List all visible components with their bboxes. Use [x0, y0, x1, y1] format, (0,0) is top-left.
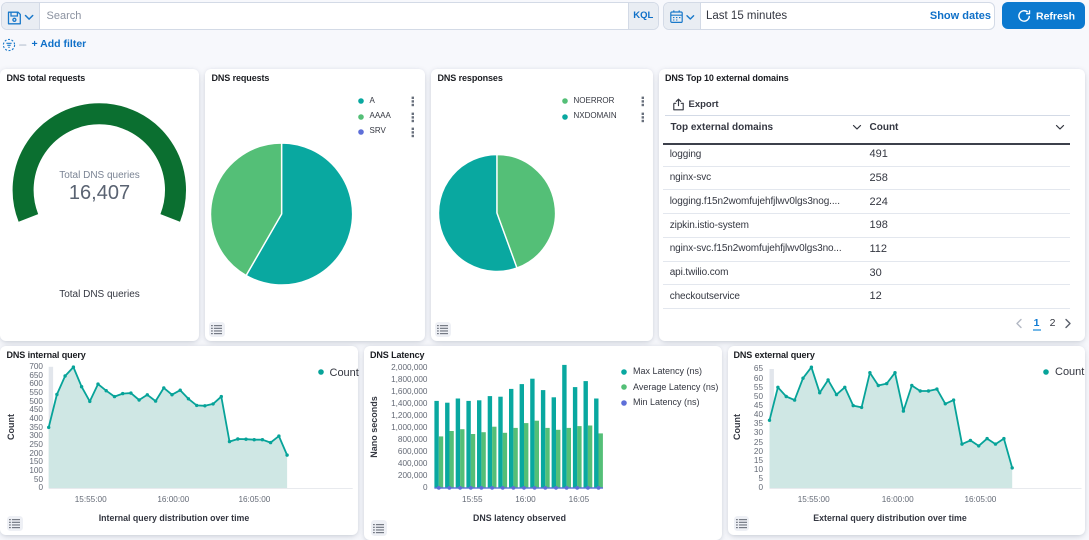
- svg-text:Refresh: Refresh: [1036, 11, 1075, 23]
